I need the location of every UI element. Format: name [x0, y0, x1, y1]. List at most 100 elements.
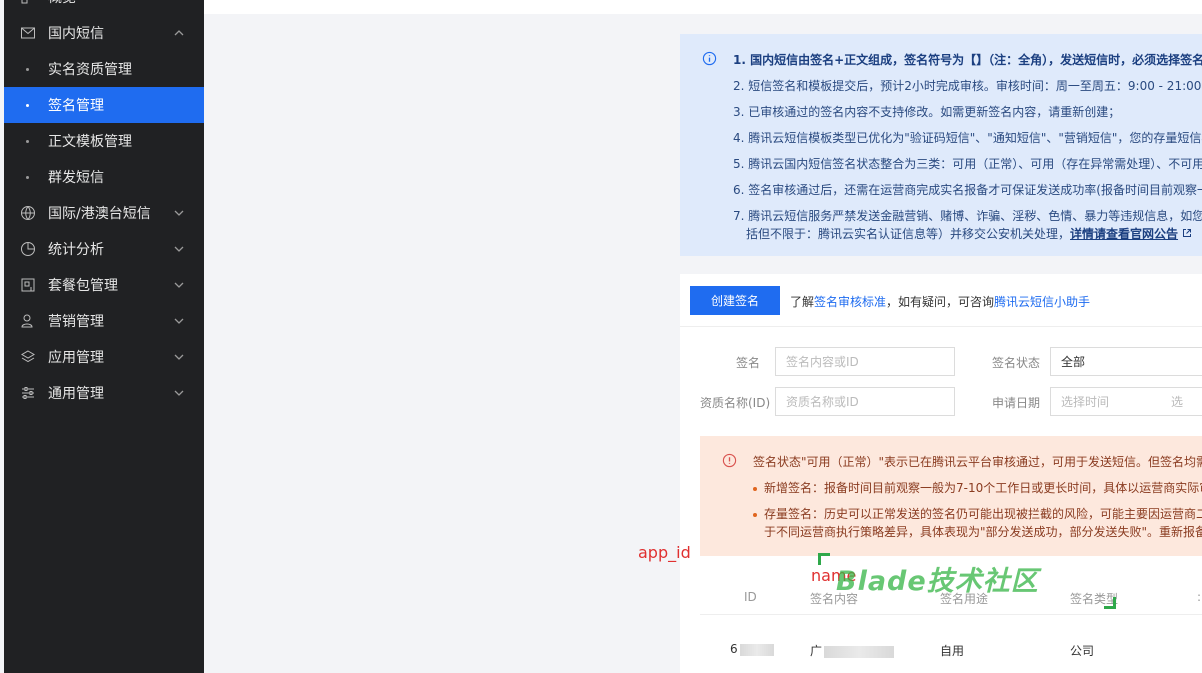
sidebar-item-international-sms[interactable]: 国际/港澳台短信: [4, 195, 204, 231]
chevron-down-icon: [174, 210, 184, 216]
sidebar-item-label: 国内短信: [48, 26, 104, 42]
watermark-text: Blade技术社区: [836, 566, 1039, 597]
bullet-dot: [753, 486, 757, 491]
redacted-blur: [739, 643, 774, 656]
official-notice-link[interactable]: 详情请查看官网公告: [1070, 227, 1178, 241]
warning-bullet-continuation: 于不同运营商执行策略差异，具体表现为"部分发送成功，部分发送失败"。重新报备: [764, 525, 1202, 539]
notice-line-text: 括但不限于：腾讯云实名认证信息等）并移交公安机关处理，: [746, 227, 1071, 241]
status-select[interactable]: 全部: [1050, 347, 1202, 376]
bullet-dot: [26, 176, 29, 179]
dashboard-icon: [21, 0, 28, 4]
sidebar-item-label: 正文模板管理: [48, 134, 132, 150]
create-signature-button[interactable]: 创建签名: [690, 286, 780, 315]
review-standard-link[interactable]: 签名审核标准: [814, 295, 886, 309]
sidebar-item-package-management[interactable]: 套餐包管理: [4, 267, 204, 303]
sidebar-item-bulk-sms[interactable]: 群发短信: [4, 159, 204, 195]
sidebar-item-realname-qualification[interactable]: 实名资质管理: [4, 51, 204, 87]
sidebar-item-label: 国际/港澳台短信: [48, 206, 151, 222]
notice-line: 括但不限于：腾讯云实名认证信息等）并移交公安机关处理，详情请查看官网公告: [746, 225, 1192, 242]
sidebar-item-overview[interactable]: 概览: [4, 0, 204, 8]
table-header-divider: [700, 614, 1202, 615]
sidebar-item-label: 统计分析: [48, 242, 104, 258]
sidebar-item-label: 概览: [48, 0, 76, 7]
notice-line: 3. 已审核通过的签名内容不支持修改。如需更新签名内容，请重新创建；: [733, 105, 1121, 119]
sidebar-item-app-management[interactable]: 应用管理: [4, 339, 204, 375]
globe-icon: [21, 206, 35, 220]
help-text: 了解签名审核标准，如有疑问，可咨询腾讯云短信小助手: [790, 293, 1090, 310]
chevron-down-icon: [174, 282, 184, 288]
redacted-blur: [824, 645, 895, 658]
notice-line: 1. 国内短信由签名+正文组成，签名符号为【】（注：全角），发送短信时，必须选择…: [733, 53, 1202, 67]
watermark: Blade技术社区: [818, 553, 1116, 609]
sliders-icon: [22, 387, 34, 399]
cell-content: 广: [810, 642, 895, 659]
sign-search-input[interactable]: 签名内容或ID: [775, 347, 955, 376]
date-range-input[interactable]: 选择时间 选: [1050, 387, 1202, 416]
info-notice: 1. 国内短信由签名+正文组成，签名符号为【】（注：全角），发送短信时，必须选择…: [680, 34, 1202, 256]
help-prefix: 了解: [790, 295, 815, 309]
column-header-overflow: :: [1197, 590, 1202, 604]
date-start-placeholder: 选择时间: [1061, 395, 1110, 409]
external-link-icon[interactable]: [1182, 228, 1192, 238]
user-group-icon: [21, 314, 33, 328]
bullet-dot: [26, 140, 29, 143]
mail-icon: [21, 27, 35, 39]
qualification-search-input[interactable]: 资质名称或ID: [775, 387, 955, 416]
sidebar: 概览 国内短信 实名资质管理 签名管理 正文模板管理 群发短信 国际/港澳台短信…: [4, 0, 204, 673]
warning-line: 签名状态"可用（正常）"表示已在腾讯云平台审核通过，可用于发送短信。但签名均需: [753, 455, 1202, 469]
sidebar-item-label: 群发短信: [48, 170, 104, 186]
status-filter-label: 签名状态: [992, 356, 1041, 370]
notice-line: 2. 短信签名和模板提交后，预计2小时完成审核。审核时间：周一至周五：9:00 …: [733, 79, 1202, 93]
chevron-down-icon: [174, 246, 184, 252]
sidebar-item-label: 通用管理: [48, 386, 104, 402]
notice-line: 4. 腾讯云短信模板类型已优化为"验证码短信"、"通知短信"、"营销短信"，您的…: [733, 131, 1202, 145]
warning-icon: [722, 453, 737, 468]
warning-bullet-text: 新增签名：报备时间目前观察一般为7-10个工作日或更长时间，具体以运营商实际审: [764, 481, 1202, 495]
notice-line: 5. 腾讯云国内短信签名状态整合为三类：可用（正常）、可用（存在异常需处理）、不…: [733, 157, 1202, 171]
sidebar-item-label: 实名资质管理: [48, 62, 132, 78]
chevron-down-icon: [174, 318, 184, 324]
bullet-dot: [26, 104, 29, 107]
warning-bullet-text: 存量签名：历史可以正常发送的签名仍可能出现被拦截的风险，可能主要因运营商二: [764, 507, 1202, 521]
sign-filter-label: 签名: [736, 356, 761, 370]
cell-usage: 自用: [940, 644, 965, 658]
status-warning: 签名状态"可用（正常）"表示已在腾讯云平台审核通过，可用于发送短信。但签名均需 …: [700, 436, 1202, 556]
sidebar-item-label: 营销管理: [48, 314, 104, 330]
column-header-id: ID: [744, 590, 757, 604]
sidebar-item-label: 套餐包管理: [48, 278, 118, 294]
cell-id-text: 6: [730, 642, 738, 656]
bullet-dot: [26, 68, 29, 71]
warning-bullet: 存量签名：历史可以正常发送的签名仍可能出现被拦截的风险，可能主要因运营商二: [753, 505, 1202, 522]
watermark-bracket: [1104, 597, 1116, 609]
date-end-placeholder: 选: [1171, 395, 1184, 409]
chevron-down-icon: [174, 354, 184, 360]
sidebar-item-label: 应用管理: [48, 350, 104, 366]
sidebar-item-statistics[interactable]: 统计分析: [4, 231, 204, 267]
signature-panel: 创建签名 了解签名审核标准，如有疑问，可咨询腾讯云短信小助手 签名 签名内容或I…: [680, 274, 1202, 673]
top-bar: [204, 0, 1202, 14]
annotation-app-id: app_id: [638, 543, 691, 562]
cell-type: 公司: [1070, 644, 1095, 658]
cell-id: 6: [730, 642, 774, 656]
sidebar-item-domestic-sms[interactable]: 国内短信: [4, 15, 204, 51]
cell-content-text: 广: [810, 644, 823, 658]
help-middle: ，如有疑问，可咨询: [886, 295, 995, 309]
package-icon: [21, 278, 35, 292]
sidebar-item-label: 签名管理: [48, 98, 104, 114]
qualification-filter-label: 资质名称(ID): [700, 396, 771, 410]
notice-line: 6. 签名审核通过后，还需在运营商完成实名报备才可保证发送成功率(报备时间目前观…: [733, 183, 1202, 197]
sidebar-item-marketing-management[interactable]: 营销管理: [4, 303, 204, 339]
sms-assistant-link[interactable]: 腾讯云短信小助手: [994, 295, 1090, 309]
layers-icon: [21, 350, 35, 363]
sidebar-item-signature-management[interactable]: 签名管理: [4, 87, 204, 123]
sidebar-item-general-management[interactable]: 通用管理: [4, 375, 204, 411]
bullet-dot: [753, 512, 757, 517]
chevron-down-icon: [174, 390, 184, 396]
info-icon: [702, 51, 717, 66]
watermark-bracket: [818, 553, 830, 565]
date-filter-label: 申请日期: [992, 396, 1041, 410]
divider: [680, 326, 1202, 327]
sidebar-item-template-management[interactable]: 正文模板管理: [4, 123, 204, 159]
notice-line: 7. 腾讯云短信服务严禁发送金融营销、赌博、诈骗、淫秽、色情、暴力等违规信息，如…: [733, 209, 1202, 223]
chevron-up-icon: [174, 30, 184, 36]
